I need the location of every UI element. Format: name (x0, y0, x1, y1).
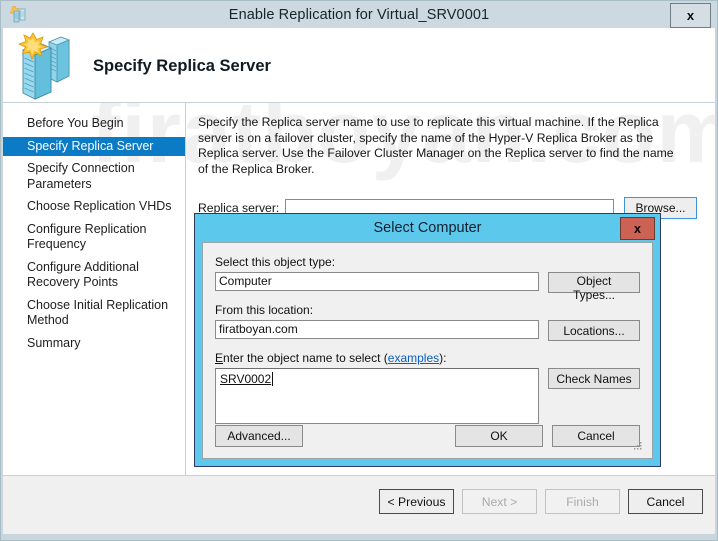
window-close-button[interactable]: x (670, 3, 711, 28)
object-name-input[interactable]: SRV0002 (215, 368, 539, 424)
object-name-label-accel: E (215, 351, 224, 365)
object-type-value[interactable]: Computer (215, 272, 539, 291)
sidebar-item-choose-initial-replication-method[interactable]: Choose Initial Replication Method (3, 296, 185, 331)
object-types-button[interactable]: Object Types... (548, 272, 640, 302)
location-row: firatboyan.com Locations... (215, 320, 640, 341)
select-computer-titlebar: Select Computer x (195, 214, 660, 241)
advanced-button[interactable]: Advanced... (215, 425, 303, 447)
wizard-header: Specify Replica Server (3, 28, 715, 103)
dialog-close-button[interactable]: x (620, 217, 655, 240)
object-name-value: SRV0002 (220, 372, 274, 386)
page-title: Specify Replica Server (93, 57, 271, 75)
ok-button[interactable]: OK (455, 425, 543, 447)
dialog-title: Select Computer (373, 219, 482, 236)
examples-link[interactable]: examples (388, 351, 439, 365)
sidebar-item-configure-replication-frequency[interactable]: Configure Replication Frequency (3, 220, 185, 255)
object-name-label-end: ): (439, 351, 447, 365)
previous-button[interactable]: < Previous (379, 489, 454, 514)
sidebar-item-choose-replication-vhds[interactable]: Choose Replication VHDs (3, 197, 185, 217)
object-name-label-rest: nter the object name to select ( (223, 351, 388, 365)
object-name-label: Enter the object name to select (example… (215, 351, 640, 365)
finish-button: Finish (545, 489, 620, 514)
wizard-footer-buttons: < Previous Next > Finish Cancel (379, 489, 703, 514)
sidebar-item-before-you-begin[interactable]: Before You Begin (3, 114, 185, 134)
next-button: Next > (462, 489, 537, 514)
screen-root: Enable Replication for Virtual_SRV0001 x (0, 0, 718, 541)
location-label: From this location: (215, 303, 314, 317)
sidebar-item-summary[interactable]: Summary (3, 334, 185, 354)
select-computer-footer: Advanced... OK Cancel (215, 425, 640, 447)
wizard-footer: < Previous Next > Finish Cancel (3, 475, 715, 534)
wizard-step-sidebar: Before You Begin Specify Replica Server … (3, 103, 186, 475)
sidebar-item-configure-additional-recovery-points[interactable]: Configure Additional Recovery Points (3, 258, 185, 293)
object-type-row: Computer Object Types... (215, 272, 640, 302)
dialog-cancel-button[interactable]: Cancel (552, 425, 640, 447)
locations-button[interactable]: Locations... (548, 320, 640, 341)
cancel-button[interactable]: Cancel (628, 489, 703, 514)
object-type-label: Select this object type: (215, 255, 336, 269)
replication-wizard-icon (9, 5, 28, 24)
sidebar-item-specify-replica-server[interactable]: Specify Replica Server (3, 136, 185, 156)
object-name-row: SRV0002 Check Names (215, 368, 640, 424)
select-computer-dialog: Select Computer x Select this object typ… (194, 213, 661, 467)
window-title: Enable Replication for Virtual_SRV0001 (228, 6, 490, 23)
location-value[interactable]: firatboyan.com (215, 320, 539, 339)
select-computer-body: Select this object type: Computer Object… (202, 242, 653, 459)
check-names-button[interactable]: Check Names (548, 368, 640, 389)
page-description: Specify the Replica server name to use t… (198, 115, 674, 176)
sidebar-item-specify-connection-parameters[interactable]: Specify Connection Parameters (3, 159, 185, 194)
two-servers-replication-icon (11, 30, 91, 102)
wizard-titlebar: Enable Replication for Virtual_SRV0001 x (1, 1, 717, 28)
